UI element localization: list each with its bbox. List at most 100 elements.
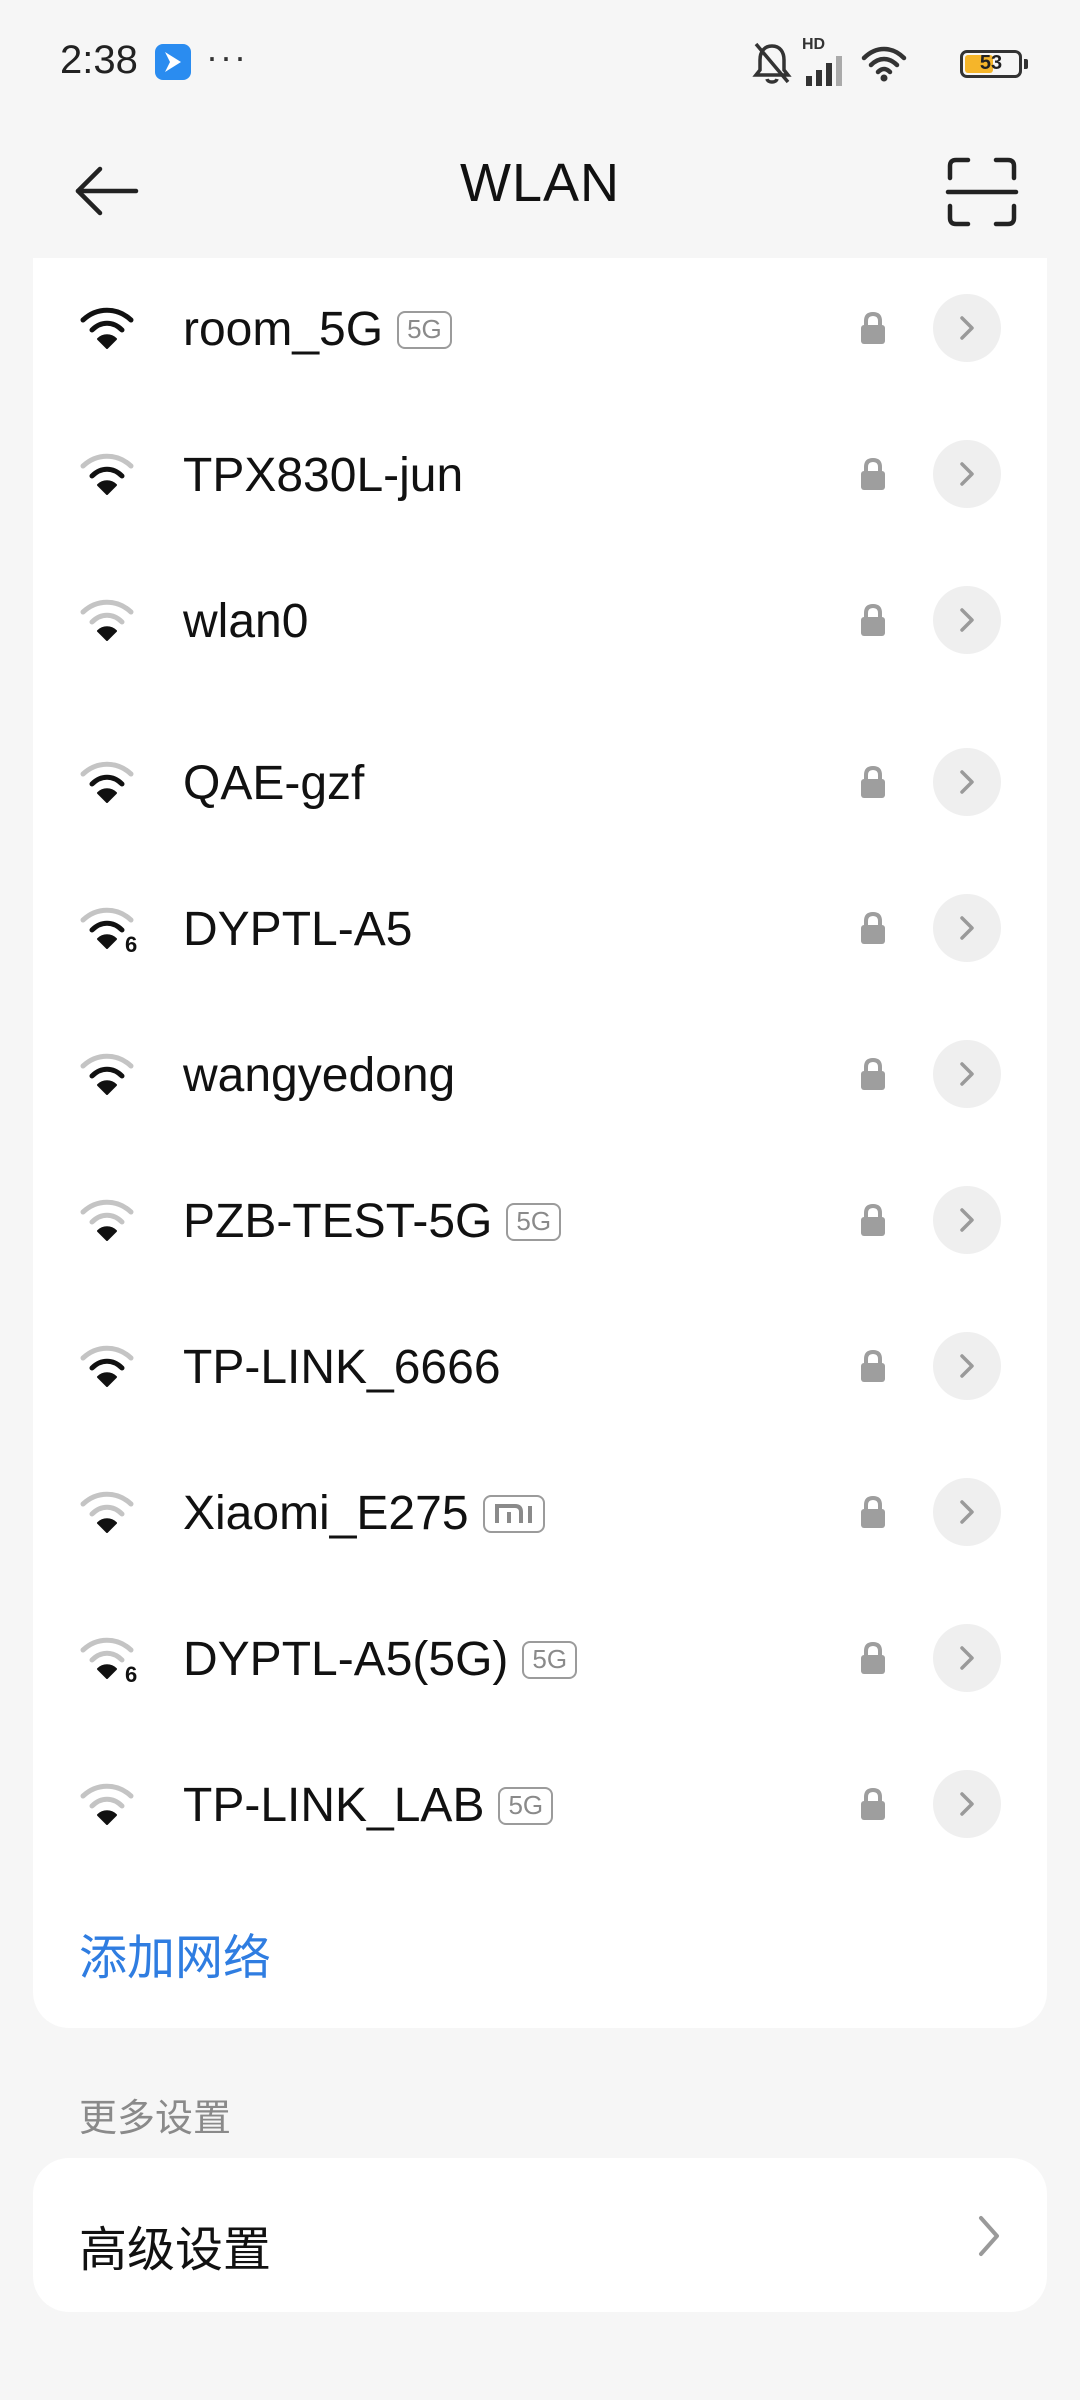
advanced-settings-label: 高级设置 [79, 2224, 272, 2277]
network-name: TP-LINK_LAB [183, 1779, 485, 1832]
wifi-icon [77, 758, 137, 806]
network-details-button[interactable] [933, 748, 1001, 816]
network-row[interactable]: TP-LINK_LAB 5G [33, 1734, 1047, 1874]
network-details-button[interactable] [933, 1478, 1001, 1546]
app-notification-icon [155, 44, 191, 80]
chevron-right-icon [960, 1208, 974, 1232]
mi-logo-icon [482, 1494, 545, 1533]
network-name-group: DYPTL-A5 [183, 902, 412, 957]
chevron-right-icon [960, 1646, 974, 1670]
lock-icon [857, 1640, 889, 1676]
lock-icon [857, 310, 889, 346]
status-bar: 2:38 ··· HD 53 [0, 0, 1080, 126]
network-name: QAE-gzf [183, 757, 365, 810]
network-details-button[interactable] [933, 894, 1001, 962]
network-details-button[interactable] [933, 1040, 1001, 1108]
network-details-button[interactable] [933, 1332, 1001, 1400]
network-name: PZB-TEST-5G [183, 1195, 493, 1248]
header: WLAN [0, 126, 1080, 256]
network-name: DYPTL-A5(5G) [183, 1633, 509, 1686]
chevron-right-icon [960, 916, 974, 940]
chevron-right-icon [960, 462, 974, 486]
network-name: DYPTL-A5 [183, 903, 413, 956]
wifi-icon [77, 1050, 137, 1098]
chevron-right-icon [960, 608, 974, 632]
wifi-icon [77, 1780, 137, 1828]
chevron-right-icon [960, 770, 974, 794]
network-details-button[interactable] [933, 1770, 1001, 1838]
more-notifications-icon: ··· [206, 36, 248, 77]
hd-label: HD [802, 36, 826, 53]
wifi-icon [77, 1342, 137, 1390]
network-name-group: wlan0 [183, 594, 308, 649]
add-network-button[interactable]: 添加网络 [79, 1918, 271, 1988]
chevron-right-icon [960, 1354, 974, 1378]
battery-level: 53 [979, 52, 1003, 74]
network-row[interactable]: TP-LINK_6666 [33, 1296, 1047, 1436]
network-name-group: PZB-TEST-5G 5G [183, 1194, 562, 1249]
page-title: WLAN [459, 153, 620, 213]
network-row[interactable]: PZB-TEST-5G 5G [33, 1150, 1047, 1290]
network-name: TP-LINK_6666 [183, 1341, 501, 1394]
network-name: Xiaomi_E275 [183, 1487, 469, 1540]
network-row[interactable]: TPX830L-jun [33, 404, 1047, 544]
wifi-status-icon [861, 46, 907, 82]
network-name: TPX830L-jun [183, 449, 464, 502]
network-name-group: TP-LINK_LAB 5G [183, 1778, 554, 1833]
chevron-right-icon [960, 316, 974, 340]
wifi6-label: 6 [125, 1662, 138, 1687]
band-badge: 5G [397, 310, 452, 349]
chevron-right-icon [960, 1792, 974, 1816]
scan-button[interactable] [942, 152, 1022, 232]
battery-icon: 53 [960, 50, 1028, 78]
network-details-button[interactable] [933, 294, 1001, 362]
wifi-icon [77, 1488, 137, 1536]
lock-icon [857, 1348, 889, 1384]
chevron-right-icon [979, 2216, 999, 2256]
status-icons: HD 53 [752, 36, 1028, 88]
network-row[interactable]: wlan0 [33, 550, 1047, 690]
network-details-button[interactable] [933, 1186, 1001, 1254]
chevron-right-icon [960, 1500, 974, 1524]
network-list: room_5G 5G TPX830L-jun wlan0 QAE-gzf 6 DYPTL-A… [33, 258, 1047, 2028]
network-details-button[interactable] [933, 1624, 1001, 1692]
network-row[interactable]: room_5G 5G [33, 258, 1047, 398]
network-name-group: wangyedong [183, 1048, 455, 1103]
advanced-settings-item[interactable]: 高级设置 [33, 2158, 1047, 2312]
network-row[interactable]: QAE-gzf [33, 712, 1047, 852]
more-settings-header: 更多设置 [79, 2098, 232, 2140]
status-time: 2:38 [60, 38, 138, 82]
wifi-icon [77, 304, 137, 352]
network-row[interactable]: 6 DYPTL-A5 [33, 858, 1047, 998]
wifi6-label: 6 [125, 932, 138, 957]
band-badge: 5G [506, 1202, 562, 1241]
network-row[interactable]: 6 DYPTL-A5(5G) 5G [33, 1588, 1047, 1728]
chevron-right-icon [960, 1062, 974, 1086]
band-badge: 5G [498, 1786, 554, 1825]
network-name-group: Xiaomi_E275 [183, 1486, 545, 1541]
network-name-group: TPX830L-jun [183, 448, 463, 503]
network-details-button[interactable] [933, 586, 1001, 654]
scan-icon [945, 157, 1019, 227]
lock-icon [857, 910, 889, 946]
wifi-icon [77, 450, 137, 498]
network-name-group: room_5G 5G [183, 302, 452, 357]
wifi-icon [77, 596, 137, 644]
network-name-group: DYPTL-A5(5G) 5G [183, 1632, 578, 1687]
lock-icon [857, 456, 889, 492]
network-name: room_5G [183, 303, 384, 356]
network-name: wlan0 [183, 595, 309, 648]
lock-icon [857, 764, 889, 800]
network-name-group: TP-LINK_6666 [183, 1340, 501, 1395]
lock-icon [857, 602, 889, 638]
network-row[interactable]: wangyedong [33, 1004, 1047, 1144]
lock-icon [857, 1202, 889, 1238]
bell-off-icon [752, 42, 792, 84]
network-name-group: QAE-gzf [183, 756, 364, 811]
band-badge: 5G [522, 1640, 578, 1679]
network-details-button[interactable] [933, 440, 1001, 508]
network-name: wangyedong [183, 1049, 456, 1102]
wifi-icon [77, 1196, 137, 1244]
lock-icon [857, 1494, 889, 1530]
network-row[interactable]: Xiaomi_E275 [33, 1442, 1047, 1582]
